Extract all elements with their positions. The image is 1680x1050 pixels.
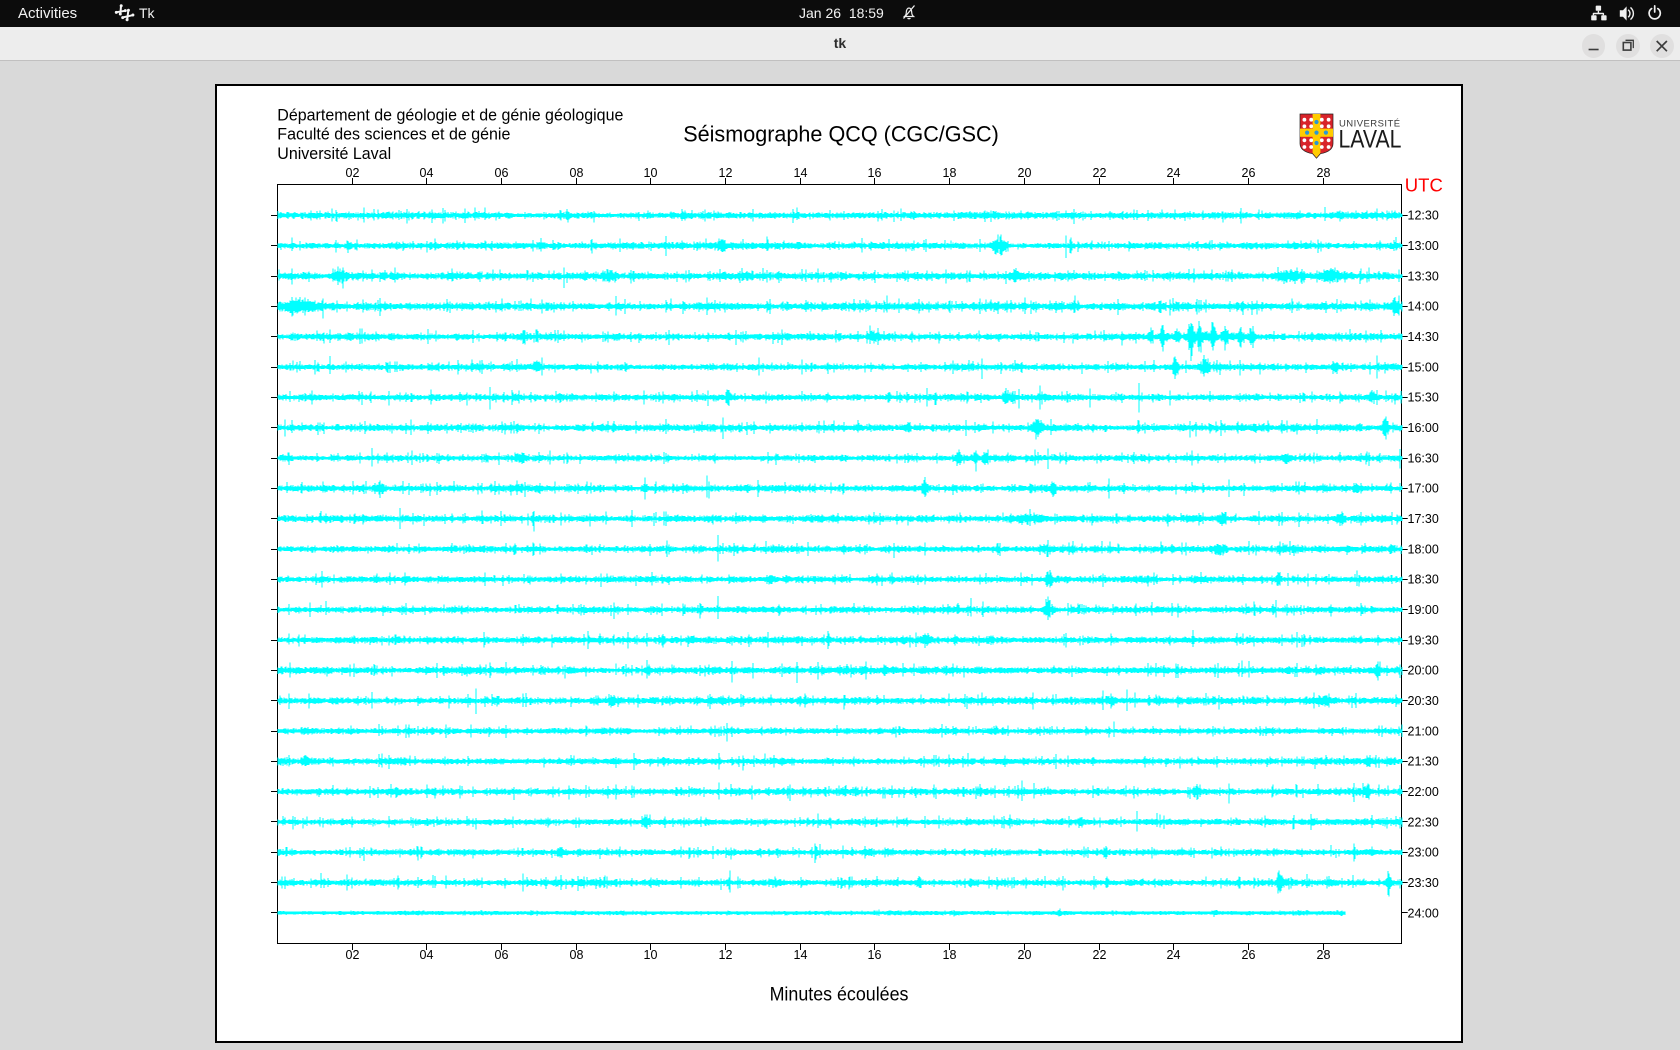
svg-text:14: 14 bbox=[794, 166, 808, 180]
svg-text:16: 16 bbox=[868, 166, 882, 180]
svg-text:20: 20 bbox=[1018, 948, 1032, 962]
svg-text:26: 26 bbox=[1242, 166, 1256, 180]
svg-text:20: 20 bbox=[1018, 166, 1032, 180]
svg-text:16:00: 16:00 bbox=[1408, 421, 1439, 435]
svg-text:10: 10 bbox=[644, 166, 658, 180]
svg-text:23:30: 23:30 bbox=[1408, 876, 1439, 890]
svg-text:14:00: 14:00 bbox=[1408, 300, 1439, 314]
svg-text:24: 24 bbox=[1167, 948, 1181, 962]
svg-text:19:30: 19:30 bbox=[1408, 633, 1439, 647]
svg-text:Université Laval: Université Laval bbox=[277, 145, 391, 163]
svg-text:02: 02 bbox=[346, 166, 360, 180]
svg-text:18:30: 18:30 bbox=[1408, 573, 1439, 587]
svg-text:22:30: 22:30 bbox=[1408, 815, 1439, 829]
svg-text:Séismographe QCQ (CGC/GSC): Séismographe QCQ (CGC/GSC) bbox=[683, 121, 999, 147]
svg-text:21:00: 21:00 bbox=[1408, 724, 1439, 738]
svg-text:15:00: 15:00 bbox=[1408, 360, 1439, 374]
svg-text:12: 12 bbox=[719, 166, 733, 180]
svg-text:12: 12 bbox=[719, 948, 733, 962]
svg-text:20:30: 20:30 bbox=[1408, 694, 1439, 708]
svg-text:10: 10 bbox=[644, 948, 658, 962]
svg-text:04: 04 bbox=[420, 948, 434, 962]
svg-text:14: 14 bbox=[794, 948, 808, 962]
svg-text:Département de géologie et de: Département de géologie et de génie géol… bbox=[277, 106, 623, 124]
svg-text:23:00: 23:00 bbox=[1408, 846, 1439, 860]
svg-text:16: 16 bbox=[868, 948, 882, 962]
svg-text:22: 22 bbox=[1093, 166, 1107, 180]
svg-text:18:00: 18:00 bbox=[1408, 542, 1439, 556]
svg-text:08: 08 bbox=[570, 166, 584, 180]
svg-text:04: 04 bbox=[420, 166, 434, 180]
svg-text:18: 18 bbox=[943, 948, 957, 962]
svg-text:19:00: 19:00 bbox=[1408, 603, 1439, 617]
svg-text:02: 02 bbox=[346, 948, 360, 962]
svg-text:06: 06 bbox=[495, 948, 509, 962]
svg-text:28: 28 bbox=[1317, 948, 1331, 962]
svg-text:26: 26 bbox=[1242, 948, 1256, 962]
svg-text:24:00: 24:00 bbox=[1408, 906, 1439, 920]
svg-text:15:30: 15:30 bbox=[1408, 391, 1439, 405]
svg-text:12:30: 12:30 bbox=[1408, 209, 1439, 223]
svg-text:13:30: 13:30 bbox=[1408, 269, 1439, 283]
svg-text:20:00: 20:00 bbox=[1408, 664, 1439, 678]
svg-text:Minutes écoulées: Minutes écoulées bbox=[770, 983, 909, 1005]
svg-text:14:30: 14:30 bbox=[1408, 330, 1439, 344]
svg-text:17:30: 17:30 bbox=[1408, 512, 1439, 526]
svg-text:17:00: 17:00 bbox=[1408, 482, 1439, 496]
svg-text:08: 08 bbox=[570, 948, 584, 962]
svg-text:24: 24 bbox=[1167, 166, 1181, 180]
svg-text:06: 06 bbox=[495, 166, 509, 180]
svg-text:UTC: UTC bbox=[1405, 175, 1443, 196]
svg-text:21:30: 21:30 bbox=[1408, 755, 1439, 769]
svg-text:13:00: 13:00 bbox=[1408, 239, 1439, 253]
svg-text:Faculté des sciences et de gén: Faculté des sciences et de génie bbox=[277, 125, 510, 143]
svg-text:22:00: 22:00 bbox=[1408, 785, 1439, 799]
svg-text:18: 18 bbox=[943, 166, 957, 180]
svg-text:16:30: 16:30 bbox=[1408, 451, 1439, 465]
svg-text:28: 28 bbox=[1317, 166, 1331, 180]
svg-text:LAVAL: LAVAL bbox=[1339, 125, 1402, 153]
svg-text:22: 22 bbox=[1093, 948, 1107, 962]
